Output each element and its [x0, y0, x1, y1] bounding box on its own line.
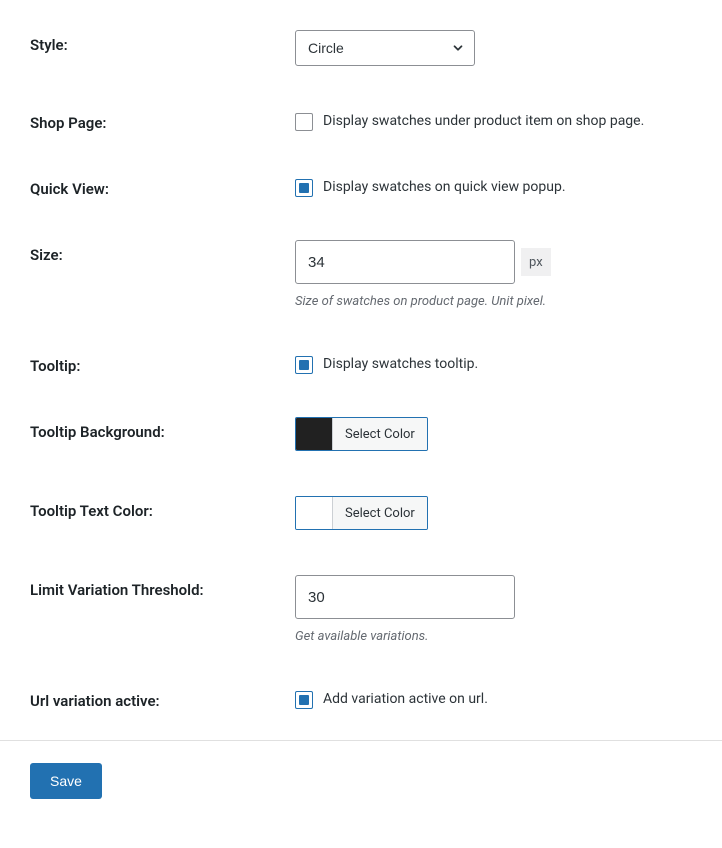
tooltip-checkbox[interactable]	[295, 356, 313, 374]
tooltip-text-swatch[interactable]	[296, 497, 332, 529]
quick-view-field: Display swatches on quick view popup.	[295, 174, 692, 198]
tooltip-bg-swatch[interactable]	[296, 418, 332, 450]
shop-page-field: Display swatches under product item on s…	[295, 108, 692, 132]
style-field: Circle	[295, 30, 692, 66]
tooltip-bg-label: Tooltip Background:	[30, 417, 295, 441]
size-unit: px	[521, 248, 551, 276]
save-button[interactable]: Save	[30, 763, 102, 799]
tooltip-text-label: Tooltip Text Color:	[30, 496, 295, 520]
url-active-check-row: Add variation active on url.	[295, 686, 692, 710]
size-inline: px	[295, 240, 692, 284]
settings-form: Style: Circle Shop Page: Display swatche…	[0, 0, 722, 710]
size-label: Size:	[30, 240, 295, 264]
size-help: Size of swatches on product page. Unit p…	[295, 294, 692, 309]
tooltip-check-label: Display swatches tooltip.	[323, 355, 478, 375]
style-select[interactable]: Circle	[295, 30, 475, 66]
tooltip-label: Tooltip:	[30, 351, 295, 375]
row-limit: Limit Variation Threshold: Get available…	[30, 575, 692, 644]
quick-view-check-row: Display swatches on quick view popup.	[295, 174, 692, 198]
tooltip-bg-field: Select Color	[295, 417, 692, 454]
size-field: px Size of swatches on product page. Uni…	[295, 240, 692, 309]
row-style: Style: Circle	[30, 30, 692, 66]
row-tooltip-text: Tooltip Text Color: Select Color	[30, 496, 692, 533]
quick-view-checkbox[interactable]	[295, 179, 313, 197]
row-quick-view: Quick View: Display swatches on quick vi…	[30, 174, 692, 198]
quick-view-check-label: Display swatches on quick view popup.	[323, 178, 566, 198]
tooltip-bg-color-picker: Select Color	[295, 417, 428, 451]
url-active-field: Add variation active on url.	[295, 686, 692, 710]
row-shop-page: Shop Page: Display swatches under produc…	[30, 108, 692, 132]
row-url-active: Url variation active: Add variation acti…	[30, 686, 692, 710]
tooltip-text-color-picker: Select Color	[295, 496, 428, 530]
footer: Save	[0, 741, 722, 821]
shop-page-checkbox[interactable]	[295, 113, 313, 131]
url-active-label: Url variation active:	[30, 686, 295, 710]
row-size: Size: px Size of swatches on product pag…	[30, 240, 692, 309]
style-label: Style:	[30, 30, 295, 54]
limit-label: Limit Variation Threshold:	[30, 575, 295, 599]
size-input[interactable]	[295, 240, 515, 284]
limit-field: Get available variations.	[295, 575, 692, 644]
style-select-wrap: Circle	[295, 30, 475, 66]
tooltip-text-select-button[interactable]: Select Color	[332, 497, 427, 529]
row-tooltip: Tooltip: Display swatches tooltip.	[30, 351, 692, 375]
url-active-check-label: Add variation active on url.	[323, 690, 488, 710]
limit-help: Get available variations.	[295, 629, 692, 644]
shop-page-label: Shop Page:	[30, 108, 295, 132]
row-tooltip-bg: Tooltip Background: Select Color	[30, 417, 692, 454]
shop-page-check-row: Display swatches under product item on s…	[295, 108, 692, 132]
shop-page-check-label: Display swatches under product item on s…	[323, 112, 644, 132]
tooltip-field: Display swatches tooltip.	[295, 351, 692, 375]
url-active-checkbox[interactable]	[295, 691, 313, 709]
limit-input[interactable]	[295, 575, 515, 619]
tooltip-bg-select-button[interactable]: Select Color	[332, 418, 427, 450]
tooltip-text-field: Select Color	[295, 496, 692, 533]
tooltip-check-row: Display swatches tooltip.	[295, 351, 692, 375]
quick-view-label: Quick View:	[30, 174, 295, 198]
